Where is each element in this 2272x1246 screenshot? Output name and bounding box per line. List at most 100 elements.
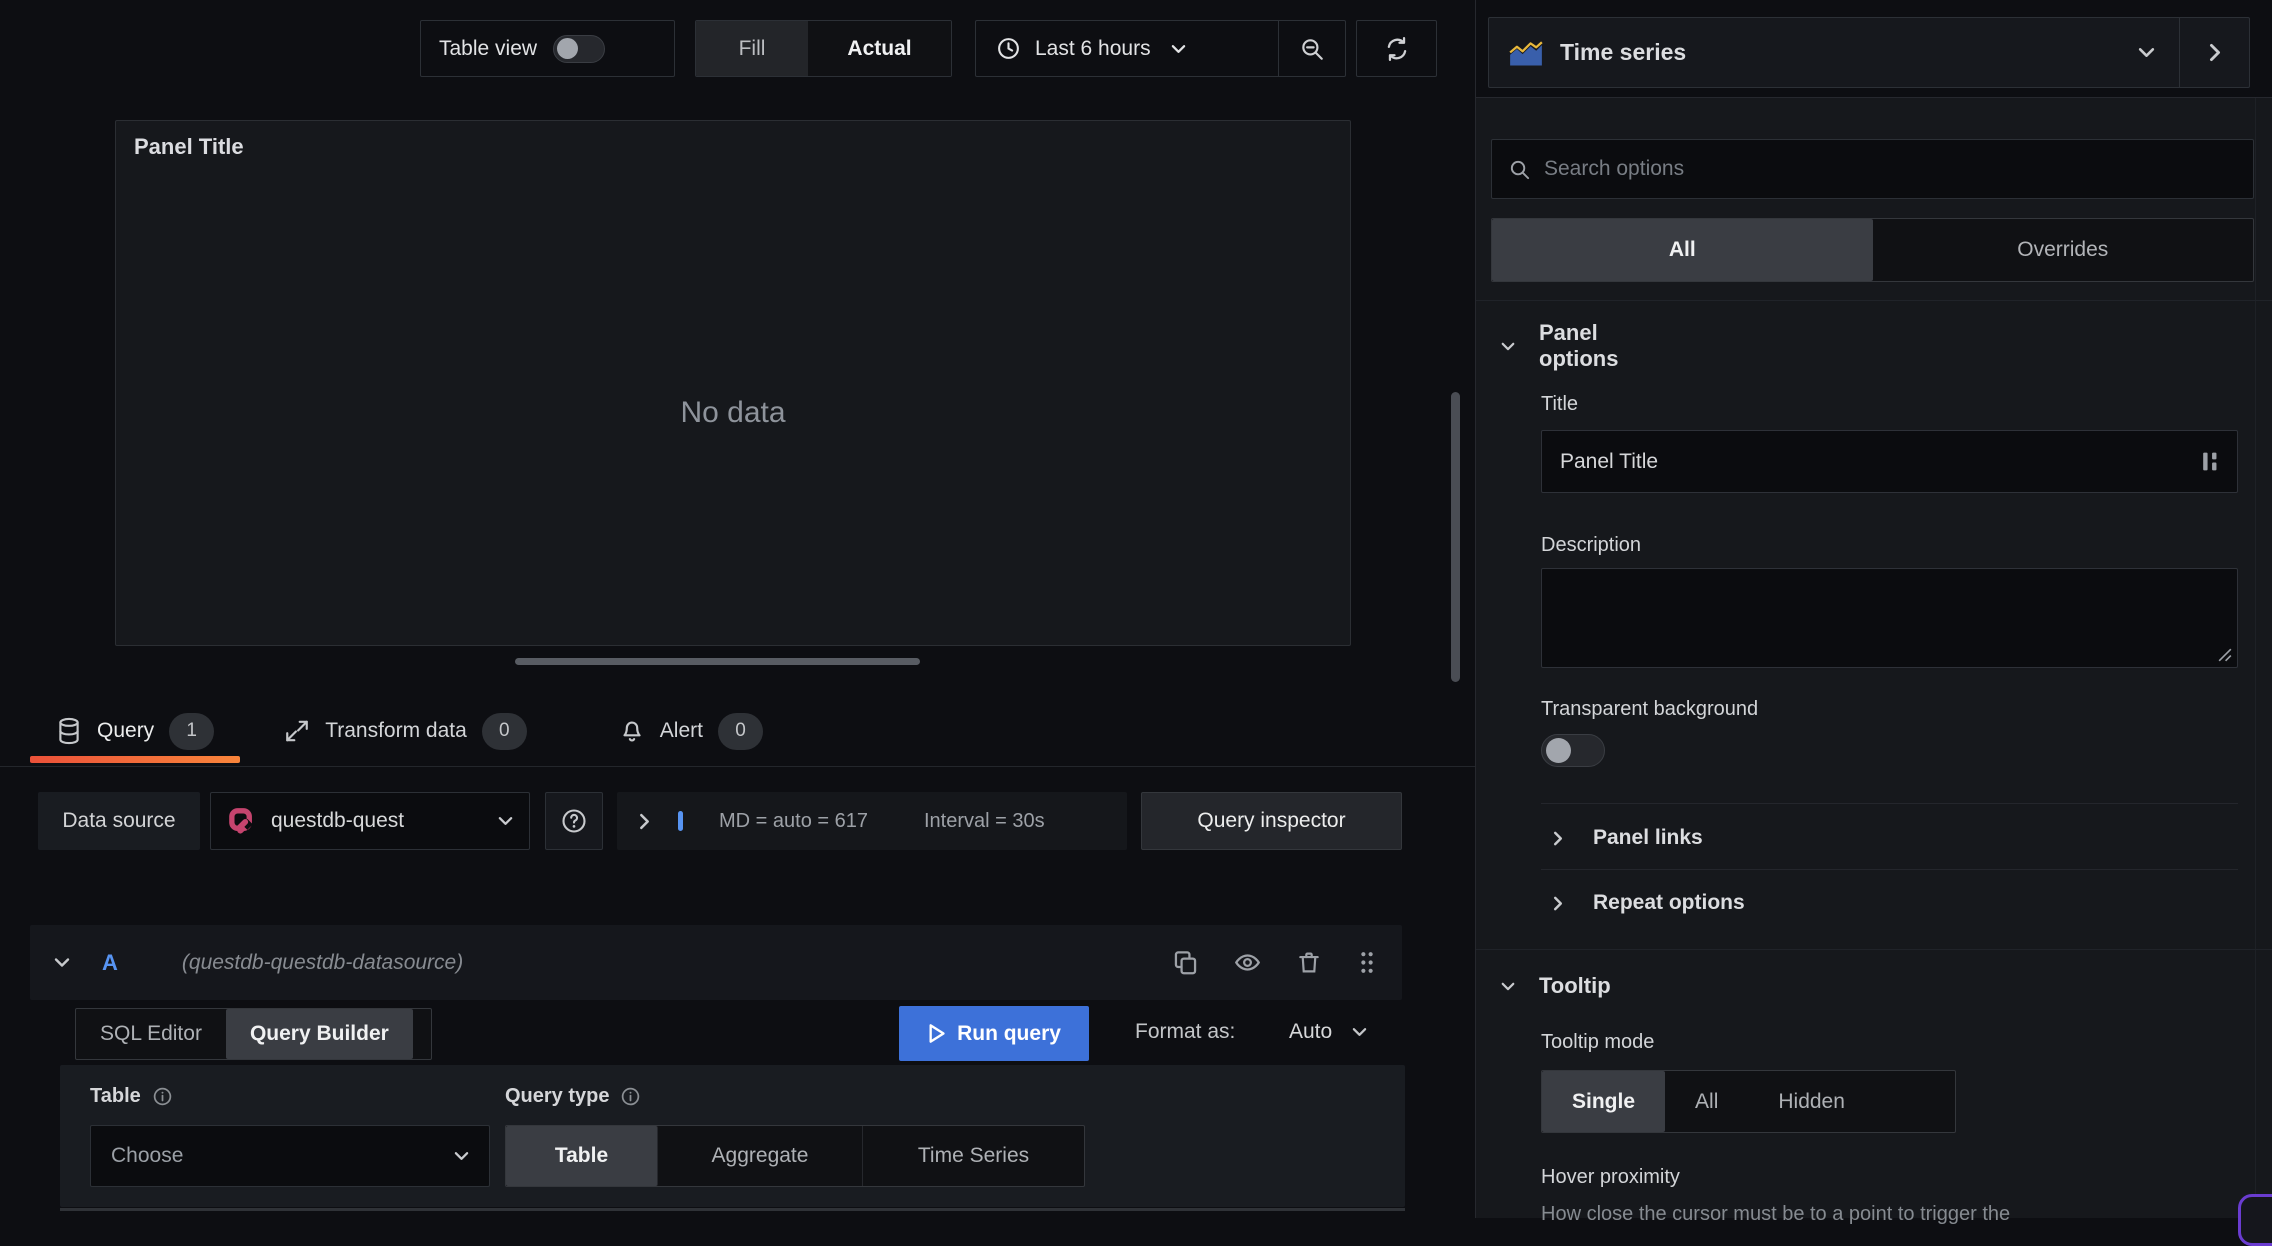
tab-alert-label: Alert [659,719,703,742]
tab-transform-data[interactable]: Transform data 0 [258,699,553,763]
zoom-out-button[interactable] [1279,21,1345,76]
tab-alert[interactable]: Alert 0 [593,699,789,763]
toggle-visibility-icon[interactable] [1233,949,1262,976]
editor-mode-switch: SQL Editor Query Builder [75,1008,432,1060]
tab-alert-count: 0 [717,712,763,750]
toggle-knob [1546,738,1571,763]
chevron-right-icon [1553,896,1563,911]
options-pane: All Overrides Panel options Title Descri… [1476,97,2272,1225]
repeat-options-label: Repeat options [1593,891,1745,914]
options-search-input[interactable] [1544,157,2237,181]
options-filter-tabs: All Overrides [1491,218,2254,282]
delete-query-icon[interactable] [1296,949,1322,976]
transform-icon [284,718,310,744]
visualization-name: Time series [1560,39,1687,65]
query-type-time-series[interactable]: Time Series [863,1126,1084,1186]
query-options-collapsed[interactable]: MD = auto = 617 Interval = 30s [617,792,1127,850]
horizontal-scrollbar[interactable] [515,658,920,665]
tab-query-label: Query [97,719,155,742]
divider [1476,949,2272,950]
vertical-scrollbar[interactable] [1451,392,1460,682]
query-type-aggregate[interactable]: Aggregate [658,1126,863,1186]
query-type-label-row: Query type [505,1085,641,1108]
table-field-label-row: Table [90,1085,173,1108]
chevron-down-icon[interactable] [54,957,70,968]
divider [1476,300,2272,301]
chevron-right-icon [1553,831,1563,846]
query-inspector-button[interactable]: Query inspector [1141,792,1402,850]
panel-title-field[interactable] [1541,430,2238,493]
hover-proximity-description: How close the cursor must be to a point … [1541,1203,2011,1225]
active-tab-indicator [30,756,241,763]
time-range-picker[interactable]: Last 6 hours [976,21,1278,76]
max-data-points-text: MD = auto = 617 [719,809,868,832]
chevron-down-icon [1501,342,1515,351]
panel-links-section[interactable]: Panel links [1476,816,2239,860]
tooltip-mode-hidden[interactable]: Hidden [1748,1071,1875,1132]
refresh-button[interactable] [1356,20,1437,77]
refresh-icon [1384,36,1410,62]
filter-overrides-tab[interactable]: Overrides [1873,219,2254,281]
datasource-selected-value: questdb-quest [271,809,405,832]
datasource-help-button[interactable] [545,792,603,850]
datasource-label: Data source [38,792,200,850]
format-as-value[interactable]: Auto [1289,1020,1332,1044]
editor-tabs: Query 1 Transform data 0 Alert 0 [30,699,789,763]
suggestions-icon[interactable] [2200,450,2221,473]
query-builder-option[interactable]: Query Builder [225,1009,413,1059]
tab-query[interactable]: Query 1 [30,699,241,763]
table-select[interactable]: Choose [90,1125,490,1187]
tooltip-mode-single[interactable]: Single [1542,1071,1666,1132]
query-type-label: Query type [505,1085,610,1107]
query-row-header[interactable]: A (questdb-questdb-datasource) [30,925,1402,1000]
chevron-down-icon [1501,982,1515,991]
query-type-table[interactable]: Table [506,1126,658,1186]
table-select-value: Choose [111,1144,184,1167]
table-view-control[interactable]: Table view [420,20,675,77]
bell-icon [619,717,645,745]
resize-handle-icon[interactable] [2218,648,2232,662]
timeseries-chart-icon [1509,39,1543,67]
panel-preview: Panel Title No data [115,120,1351,646]
query-row-actions [1172,949,1378,976]
format-as-label: Format as: [1135,1020,1236,1043]
transparent-background-label: Transparent background [1541,698,1759,720]
time-range-control: Last 6 hours [975,20,1346,77]
chevron-right-icon [639,813,650,830]
duplicate-query-icon[interactable] [1172,949,1199,976]
fill-actual-switch: Fill Actual [695,20,952,77]
hover-proximity-label: Hover proximity [1541,1166,1680,1188]
table-view-toggle[interactable] [553,34,606,63]
datasource-picker[interactable]: questdb-quest [210,792,530,850]
grafana-panel-editor: { "toolbar": { "table_view_label": "Tabl… [0,0,2272,1246]
drag-handle-icon[interactable] [1356,949,1378,976]
help-corner-button[interactable] [2238,1194,2272,1246]
search-icon [1508,158,1531,181]
run-query-button[interactable]: Run query [899,1006,1089,1061]
chevron-down-icon [498,816,513,826]
options-search[interactable] [1491,139,2254,199]
description-textarea[interactable] [1541,568,2238,668]
filter-all-tab[interactable]: All [1492,219,1873,281]
repeat-options-section[interactable]: Repeat options [1476,881,2239,925]
query-options-cursor [678,811,683,831]
collapse-pane-button[interactable] [2179,18,2249,87]
tabs-divider [0,766,1475,767]
info-icon [620,1086,641,1107]
query-builder-form: Table Choose Query type Table Aggregate … [60,1065,1405,1207]
play-icon [927,1023,946,1044]
tab-transform-count: 0 [481,712,527,750]
panel-links-label: Panel links [1593,826,1703,849]
transparent-background-toggle[interactable] [1541,734,1605,767]
chevron-down-icon[interactable] [1352,1027,1367,1037]
tooltip-mode-all[interactable]: All [1665,1071,1748,1132]
actual-option[interactable]: Actual [808,21,951,76]
tooltip-mode-switch: Single All Hidden [1541,1070,1956,1133]
no-data-message: No data [680,396,786,429]
visualization-picker[interactable]: Time series [1488,17,2250,88]
panel-title-input[interactable] [1542,449,2200,474]
fill-option[interactable]: Fill [696,21,808,76]
scrollbar-gutter [2255,98,2256,1218]
sql-editor-option[interactable]: SQL Editor [76,1009,226,1059]
toggle-knob [557,37,579,59]
